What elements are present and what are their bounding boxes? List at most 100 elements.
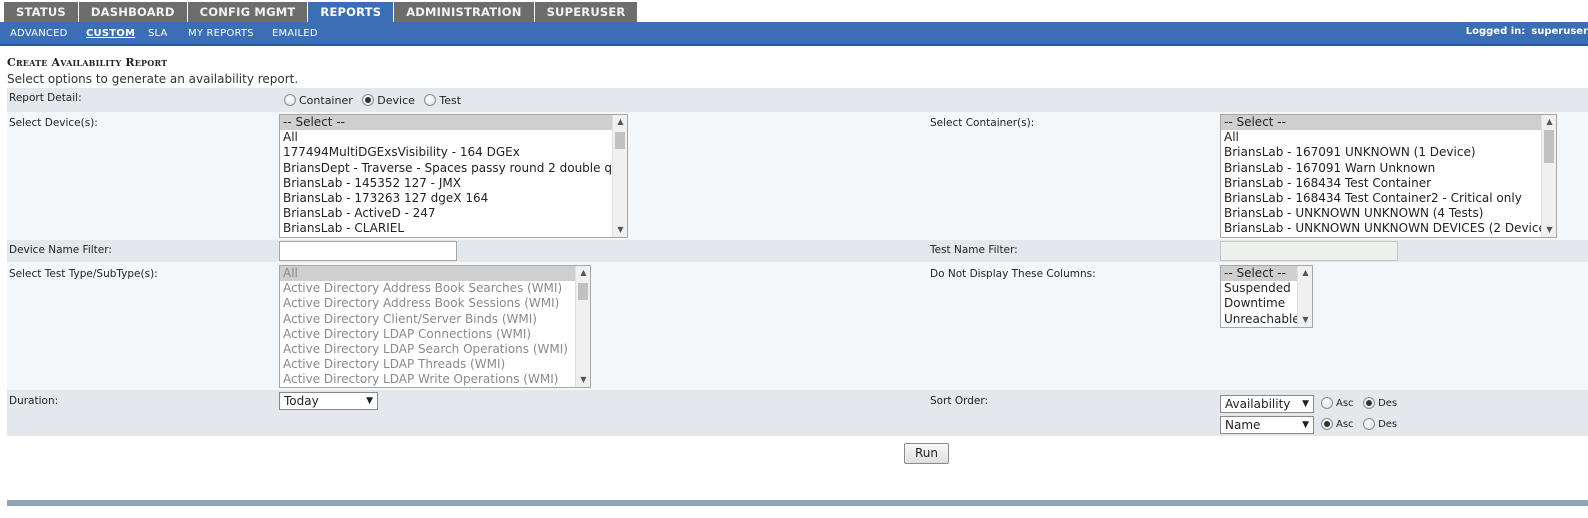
devices-label: Select Device(s): [9,117,98,129]
report-detail-label: Report Detail: [9,92,82,104]
duration-label: Duration: [9,395,59,407]
scroll-up-icon[interactable]: ▲ [576,266,590,280]
scroll-down-icon[interactable]: ▼ [576,373,590,387]
radio-sort1-des-label: Des [1378,397,1398,409]
sort-order-label: Sort Order: [930,395,989,407]
run-button[interactable]: Run [904,443,949,464]
radio-sort1-asc[interactable] [1321,397,1333,409]
list-item[interactable]: BriansLab - 168434 Test Container2 - Cri… [1221,191,1556,206]
scroll-up-icon[interactable]: ▲ [613,115,627,129]
radio-sort2-des-label: Des [1378,418,1398,430]
scroll-thumb[interactable] [615,132,625,149]
tab-status[interactable]: STATUS [4,2,78,22]
list-item[interactable]: All [280,266,590,282]
test-types-listbox[interactable]: All Active Directory Address Book Search… [279,265,591,388]
report-detail-row: Report Detail: Container Device Test [7,88,1588,112]
sort-dir-2: Asc Des [1321,417,1403,430]
list-item[interactable]: BriansLab - 145352 127 - JMX [280,176,627,191]
subtab-advanced[interactable]: ADVANCED [10,22,68,46]
chevron-down-icon: ▼ [1302,420,1309,430]
device-name-filter-input[interactable] [279,241,457,261]
tab-config-mgmt[interactable]: CONFIG MGMT [187,2,308,22]
scroll-down-icon[interactable]: ▼ [1298,313,1312,327]
list-item[interactable]: BriansDept - Traverse - Spaces passy rou… [280,161,627,176]
sort-field-1-select[interactable]: Availability ▼ [1220,395,1314,413]
test-types-scrollbar[interactable]: ▲ ▼ [575,266,590,387]
containers-listbox[interactable]: -- Select -- All BriansLab - 167091 UNKN… [1220,114,1557,238]
radio-sort2-des[interactable] [1363,418,1376,430]
subtab-custom[interactable]: CUSTOM [86,22,135,46]
tab-reports[interactable]: REPORTS [308,2,394,23]
chevron-down-icon: ▼ [366,396,373,406]
tab-dashboard[interactable]: DASHBOARD [78,2,187,22]
duration-select[interactable]: Today ▼ [279,392,378,410]
devices-listbox[interactable]: -- Select -- All 177494MultiDGExsVisibil… [279,114,628,238]
list-item[interactable]: All [280,130,627,145]
list-item[interactable]: BriansLab - UNKNOWN UNKNOWN DEVICES (2 D… [1221,221,1556,236]
radio-device-label: Device [377,93,415,107]
scroll-up-icon[interactable]: ▲ [1542,115,1556,129]
list-item[interactable]: BriansLab - ActiveD - 247 [280,206,627,221]
sort-field-1-value: Availability [1225,397,1291,411]
containers-scrollbar[interactable]: ▲ ▼ [1541,115,1556,237]
hide-columns-listbox[interactable]: -- Select -- Suspended Downtime Unreacha… [1220,265,1313,328]
chevron-down-icon: ▼ [1302,399,1309,409]
sort-field-2-select[interactable]: Name ▼ [1220,416,1314,434]
scroll-up-icon[interactable]: ▲ [1298,266,1312,280]
radio-container-label: Container [299,93,353,107]
list-item[interactable]: All [1221,130,1556,145]
devices-scrollbar[interactable]: ▲ ▼ [612,115,627,237]
list-item[interactable]: BriansLab - 173263 127 dgeX 164 [280,191,627,206]
login-label: Logged in: [1465,26,1526,37]
test-type-row: Select Test Type/SubType(s): Do Not Disp… [7,262,1588,390]
test-name-filter-label: Test Name Filter: [930,244,1018,256]
radio-sort2-asc[interactable] [1321,418,1333,430]
radio-test[interactable] [424,94,437,106]
top-nav: STATUS DASHBOARD CONFIG MGMT REPORTS ADM… [4,2,638,23]
list-item[interactable]: -- Select -- [1221,115,1556,131]
radio-test-label: Test [439,93,462,107]
tab-administration[interactable]: ADMINISTRATION [394,2,534,22]
radio-container[interactable] [284,94,296,106]
hide-columns-scrollbar[interactable]: ▲ ▼ [1297,266,1312,327]
radio-device[interactable] [362,94,375,106]
scroll-thumb[interactable] [578,283,588,300]
list-item[interactable]: Active Directory LDAP Connections (WMI) [280,327,590,342]
duration-value: Today [284,394,319,408]
list-item[interactable]: -- Select -- [280,115,627,131]
list-item[interactable]: Active Directory Client/Server Binds (WM… [280,312,590,327]
list-item[interactable]: BriansLab - 167091 UNKNOWN (1 Device) [1221,145,1556,160]
test-types-label: Select Test Type/SubType(s): [9,268,158,280]
test-name-filter-input[interactable] [1220,241,1398,261]
page-title: Create Availability Report [7,56,168,69]
radio-sort2-asc-label: Asc [1336,418,1354,430]
list-item[interactable]: Active Directory LDAP Threads (WMI) [280,357,590,372]
sort-field-2-value: Name [1225,418,1261,432]
subtab-emailed[interactable]: EMAILED [272,22,318,46]
list-item[interactable]: Active Directory LDAP Search Operations … [280,342,590,357]
list-item[interactable]: 177494MultiDGExsVisibility - 164 DGEx [280,145,627,160]
login-status: Logged in: superuser [1466,22,1588,42]
scroll-down-icon[interactable]: ▼ [1542,223,1556,237]
login-user: superuser [1531,26,1588,37]
list-item[interactable]: BriansLab - UNKNOWN UNKNOWN (4 Tests) [1221,206,1556,221]
sort-dir-1: Asc Des [1321,396,1403,409]
list-item[interactable]: BriansLab - CLARIEL [280,221,627,236]
radio-sort1-asc-label: Asc [1336,397,1354,409]
scroll-down-icon[interactable]: ▼ [613,223,627,237]
list-item[interactable]: Active Directory Address Book Searches (… [280,281,590,296]
device-name-filter-label: Device Name Filter: [9,244,112,256]
subtab-my-reports[interactable]: MY REPORTS [188,22,254,46]
list-item[interactable]: Active Directory Address Book Sessions (… [280,296,590,311]
report-detail-options: Container Device Test [284,93,467,107]
subtab-sla[interactable]: SLA [148,22,168,46]
tab-superuser[interactable]: SUPERUSER [534,2,638,22]
list-item[interactable]: BriansLab - 167091 Warn Unknown [1221,161,1556,176]
scroll-thumb[interactable] [1544,130,1554,163]
radio-sort1-des[interactable] [1363,397,1376,409]
list-item[interactable]: Active Directory LDAP Write Operations (… [280,372,590,387]
containers-label: Select Container(s): [930,117,1035,129]
page-subtitle: Select options to generate an availabili… [7,72,299,86]
list-item[interactable]: BriansLab - 168434 Test Container [1221,176,1556,191]
sub-nav: ADVANCED CUSTOM SLA MY REPORTS EMAILED L… [0,22,1588,46]
